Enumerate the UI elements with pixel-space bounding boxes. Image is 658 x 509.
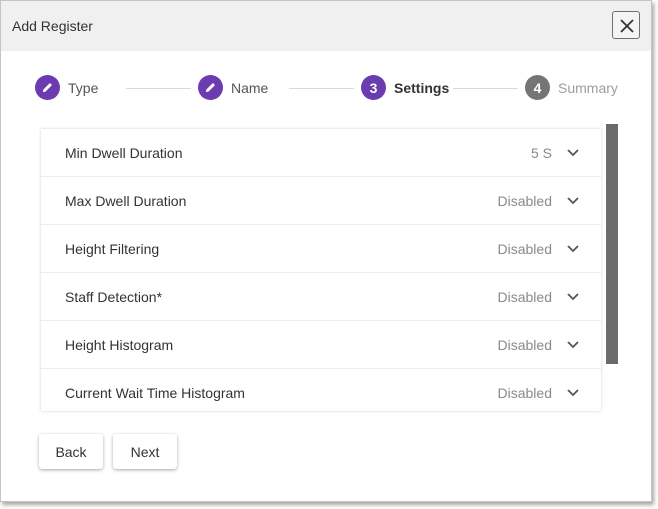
chevron-down-icon [567, 197, 579, 205]
close-button[interactable] [612, 11, 640, 39]
pencil-icon [35, 75, 60, 100]
setting-row-staff-detection[interactable]: Staff Detection* Disabled [41, 273, 601, 321]
back-button[interactable]: Back [39, 434, 103, 469]
chevron-down-icon [567, 149, 579, 157]
setting-label: Height Filtering [65, 241, 160, 257]
pencil-icon [198, 75, 223, 100]
step-label: Settings [394, 80, 450, 96]
step-number: 3 [361, 75, 386, 100]
chevron-down-icon [567, 293, 579, 301]
step-connector [453, 88, 518, 89]
setting-label: Height Histogram [65, 337, 174, 353]
setting-value: Disabled [497, 193, 552, 209]
dialog-titlebar: Add Register [1, 1, 651, 51]
setting-row-current-wait-time-histogram[interactable]: Current Wait Time Histogram Disabled [41, 369, 601, 411]
setting-value: Disabled [497, 337, 552, 353]
setting-label: Max Dwell Duration [65, 193, 187, 209]
setting-value: 5 S [530, 145, 552, 161]
chevron-down-icon [567, 341, 579, 349]
setting-label: Staff Detection* [65, 289, 163, 305]
setting-row-max-dwell-duration[interactable]: Max Dwell Duration Disabled [41, 177, 601, 225]
next-button[interactable]: Next [113, 434, 177, 469]
chevron-down-icon [567, 245, 579, 253]
setting-label: Min Dwell Duration [65, 145, 183, 161]
setting-value: Disabled [497, 289, 552, 305]
step-connector [126, 88, 191, 89]
chevron-down-icon [567, 389, 579, 397]
step-number: 4 [525, 75, 550, 100]
add-register-dialog: Add Register Type Name 3 Settings 4 Summ… [0, 0, 652, 502]
setting-row-min-dwell-duration[interactable]: Min Dwell Duration 5 S [41, 129, 601, 177]
close-icon [620, 19, 634, 33]
step-connector [289, 88, 354, 89]
setting-row-height-filtering[interactable]: Height Filtering Disabled [41, 225, 601, 273]
step-label: Name [231, 80, 269, 96]
step-label: Summary [558, 80, 618, 96]
setting-value: Disabled [497, 385, 552, 401]
setting-row-height-histogram[interactable]: Height Histogram Disabled [41, 321, 601, 369]
setting-label: Current Wait Time Histogram [65, 385, 245, 401]
settings-list: Min Dwell Duration 5 S Max Dwell Duratio… [41, 129, 601, 411]
step-label: Type [68, 80, 99, 96]
settings-scrollbar[interactable] [606, 124, 618, 364]
dialog-title: Add Register [12, 18, 93, 34]
setting-value: Disabled [497, 241, 552, 257]
